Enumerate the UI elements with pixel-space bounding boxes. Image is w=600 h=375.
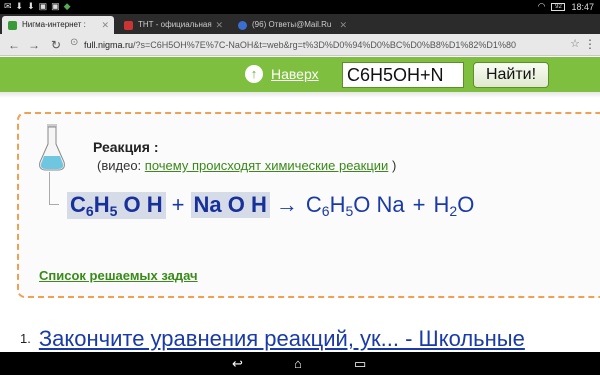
back-icon[interactable]: ↩ [232, 356, 243, 372]
video-link[interactable]: почему происходят химические реакции [145, 158, 389, 173]
bookmark-star-icon[interactable]: ☆ [570, 37, 580, 50]
nigma-favicon-icon [8, 21, 17, 30]
flask-icon [39, 124, 65, 171]
close-icon[interactable]: ✕ [215, 16, 223, 34]
reaction-equation: C6H5 O H + Na O H → C6H5O Na + H2O [67, 192, 476, 222]
recent-apps-icon[interactable]: ▭ [354, 356, 366, 372]
url-host: full.nigma.ru [84, 40, 134, 50]
up-arrow-icon[interactable]: ↑ [245, 65, 263, 83]
video-suffix: ) [391, 158, 397, 173]
video-prefix: (видео: [97, 158, 142, 173]
address-bar[interactable]: full.nigma.ru/?s=C6H5OH%7E%7C-NaOH&t=web… [84, 37, 564, 53]
tab-tnt[interactable]: ТНТ - официальная ✕ [118, 16, 228, 34]
mail-favicon-icon [238, 21, 247, 30]
product-water: H2O [433, 192, 475, 219]
video-line: (видео: почему происходят химические реа… [97, 158, 396, 173]
status-bar: ✉ ⬇ ⬇ ▣ ▣ ◆ ◠ 92 18:47 [0, 0, 600, 14]
app-icon: ◆ [63, 1, 71, 11]
back-arrow-icon[interactable]: ← [6, 37, 22, 53]
download-icon: ⬇ [27, 1, 35, 11]
task-list-link[interactable]: Список решаемых задач [39, 268, 198, 283]
tab-label: Нигма-интернет : [22, 20, 86, 29]
tab-mail-answers[interactable]: (96) Ответы@Mail.Ru ✕ [232, 16, 352, 34]
image-icon: ▣ [38, 1, 48, 11]
system-nav-bar: ↩ ⌂ ▭ [0, 352, 600, 375]
tnt-favicon-icon [124, 21, 133, 30]
download-icon: ⬇ [15, 1, 24, 11]
connector-line [49, 172, 50, 204]
reaction-arrow: → [275, 192, 298, 217]
reaction-card: Реакция : (видео: почему происходят хими… [17, 112, 600, 298]
reactant-naoh[interactable]: Na O H [190, 192, 270, 218]
tab-bar: Нигма-интернет : ✕ ТНТ - официальная ✕ (… [0, 14, 600, 34]
result-number: 1. [20, 331, 31, 346]
reload-icon[interactable]: ↻ [48, 37, 64, 53]
search-button[interactable]: Найти! [473, 62, 549, 88]
menu-icon[interactable]: ⋮ [584, 37, 596, 51]
browser-toolbar: ← → ↻ ⊙ full.nigma.ru/?s=C6H5OH%7E%7C-Na… [0, 34, 600, 56]
close-icon[interactable]: ✕ [339, 16, 347, 34]
home-icon[interactable]: ⌂ [294, 356, 302, 371]
image-icon: ▣ [51, 1, 60, 11]
close-icon[interactable]: ✕ [101, 16, 109, 34]
url-path: /?s=C6H5OH%7E%7C-NaOH&t=web&rg=t%3D%D0%9… [133, 40, 516, 50]
reaction-title: Реакция : [93, 139, 159, 155]
result-link[interactable]: Закончите уравнения реакций, ук... - Шко… [39, 326, 525, 351]
tab-label: ТНТ - официальная [138, 20, 212, 29]
reactant-phenol[interactable]: C6H5 O H [67, 192, 166, 219]
plus-sign: + [171, 192, 185, 217]
tab-nigma[interactable]: Нигма-интернет : ✕ [2, 16, 114, 34]
plus-sign: + [412, 192, 426, 217]
nigma-header: ↑ Наверх C6H5OH+N Найти! [0, 57, 600, 92]
search-result-1: 1. Закончите уравнения реакций, ук... - Ш… [20, 326, 525, 352]
forward-arrow-icon[interactable]: → [26, 37, 42, 53]
page-info-icon[interactable]: ⊙ [70, 37, 78, 48]
clock: 18:47 [571, 1, 594, 12]
tab-label: (96) Ответы@Mail.Ru [252, 20, 332, 29]
mail-icon: ✉ [4, 1, 12, 11]
wifi-icon: ◠ [537, 1, 546, 11]
header-shadow [0, 92, 600, 98]
back-to-top-link[interactable]: Наверх [271, 66, 319, 82]
battery-icon: 92 [551, 2, 566, 11]
connector-line [49, 204, 59, 205]
notification-icons: ✉ ⬇ ⬇ ▣ ▣ ◆ [4, 1, 71, 12]
search-input[interactable]: C6H5OH+N [342, 62, 464, 88]
product-phenolate: C6H5O Na [305, 192, 405, 219]
